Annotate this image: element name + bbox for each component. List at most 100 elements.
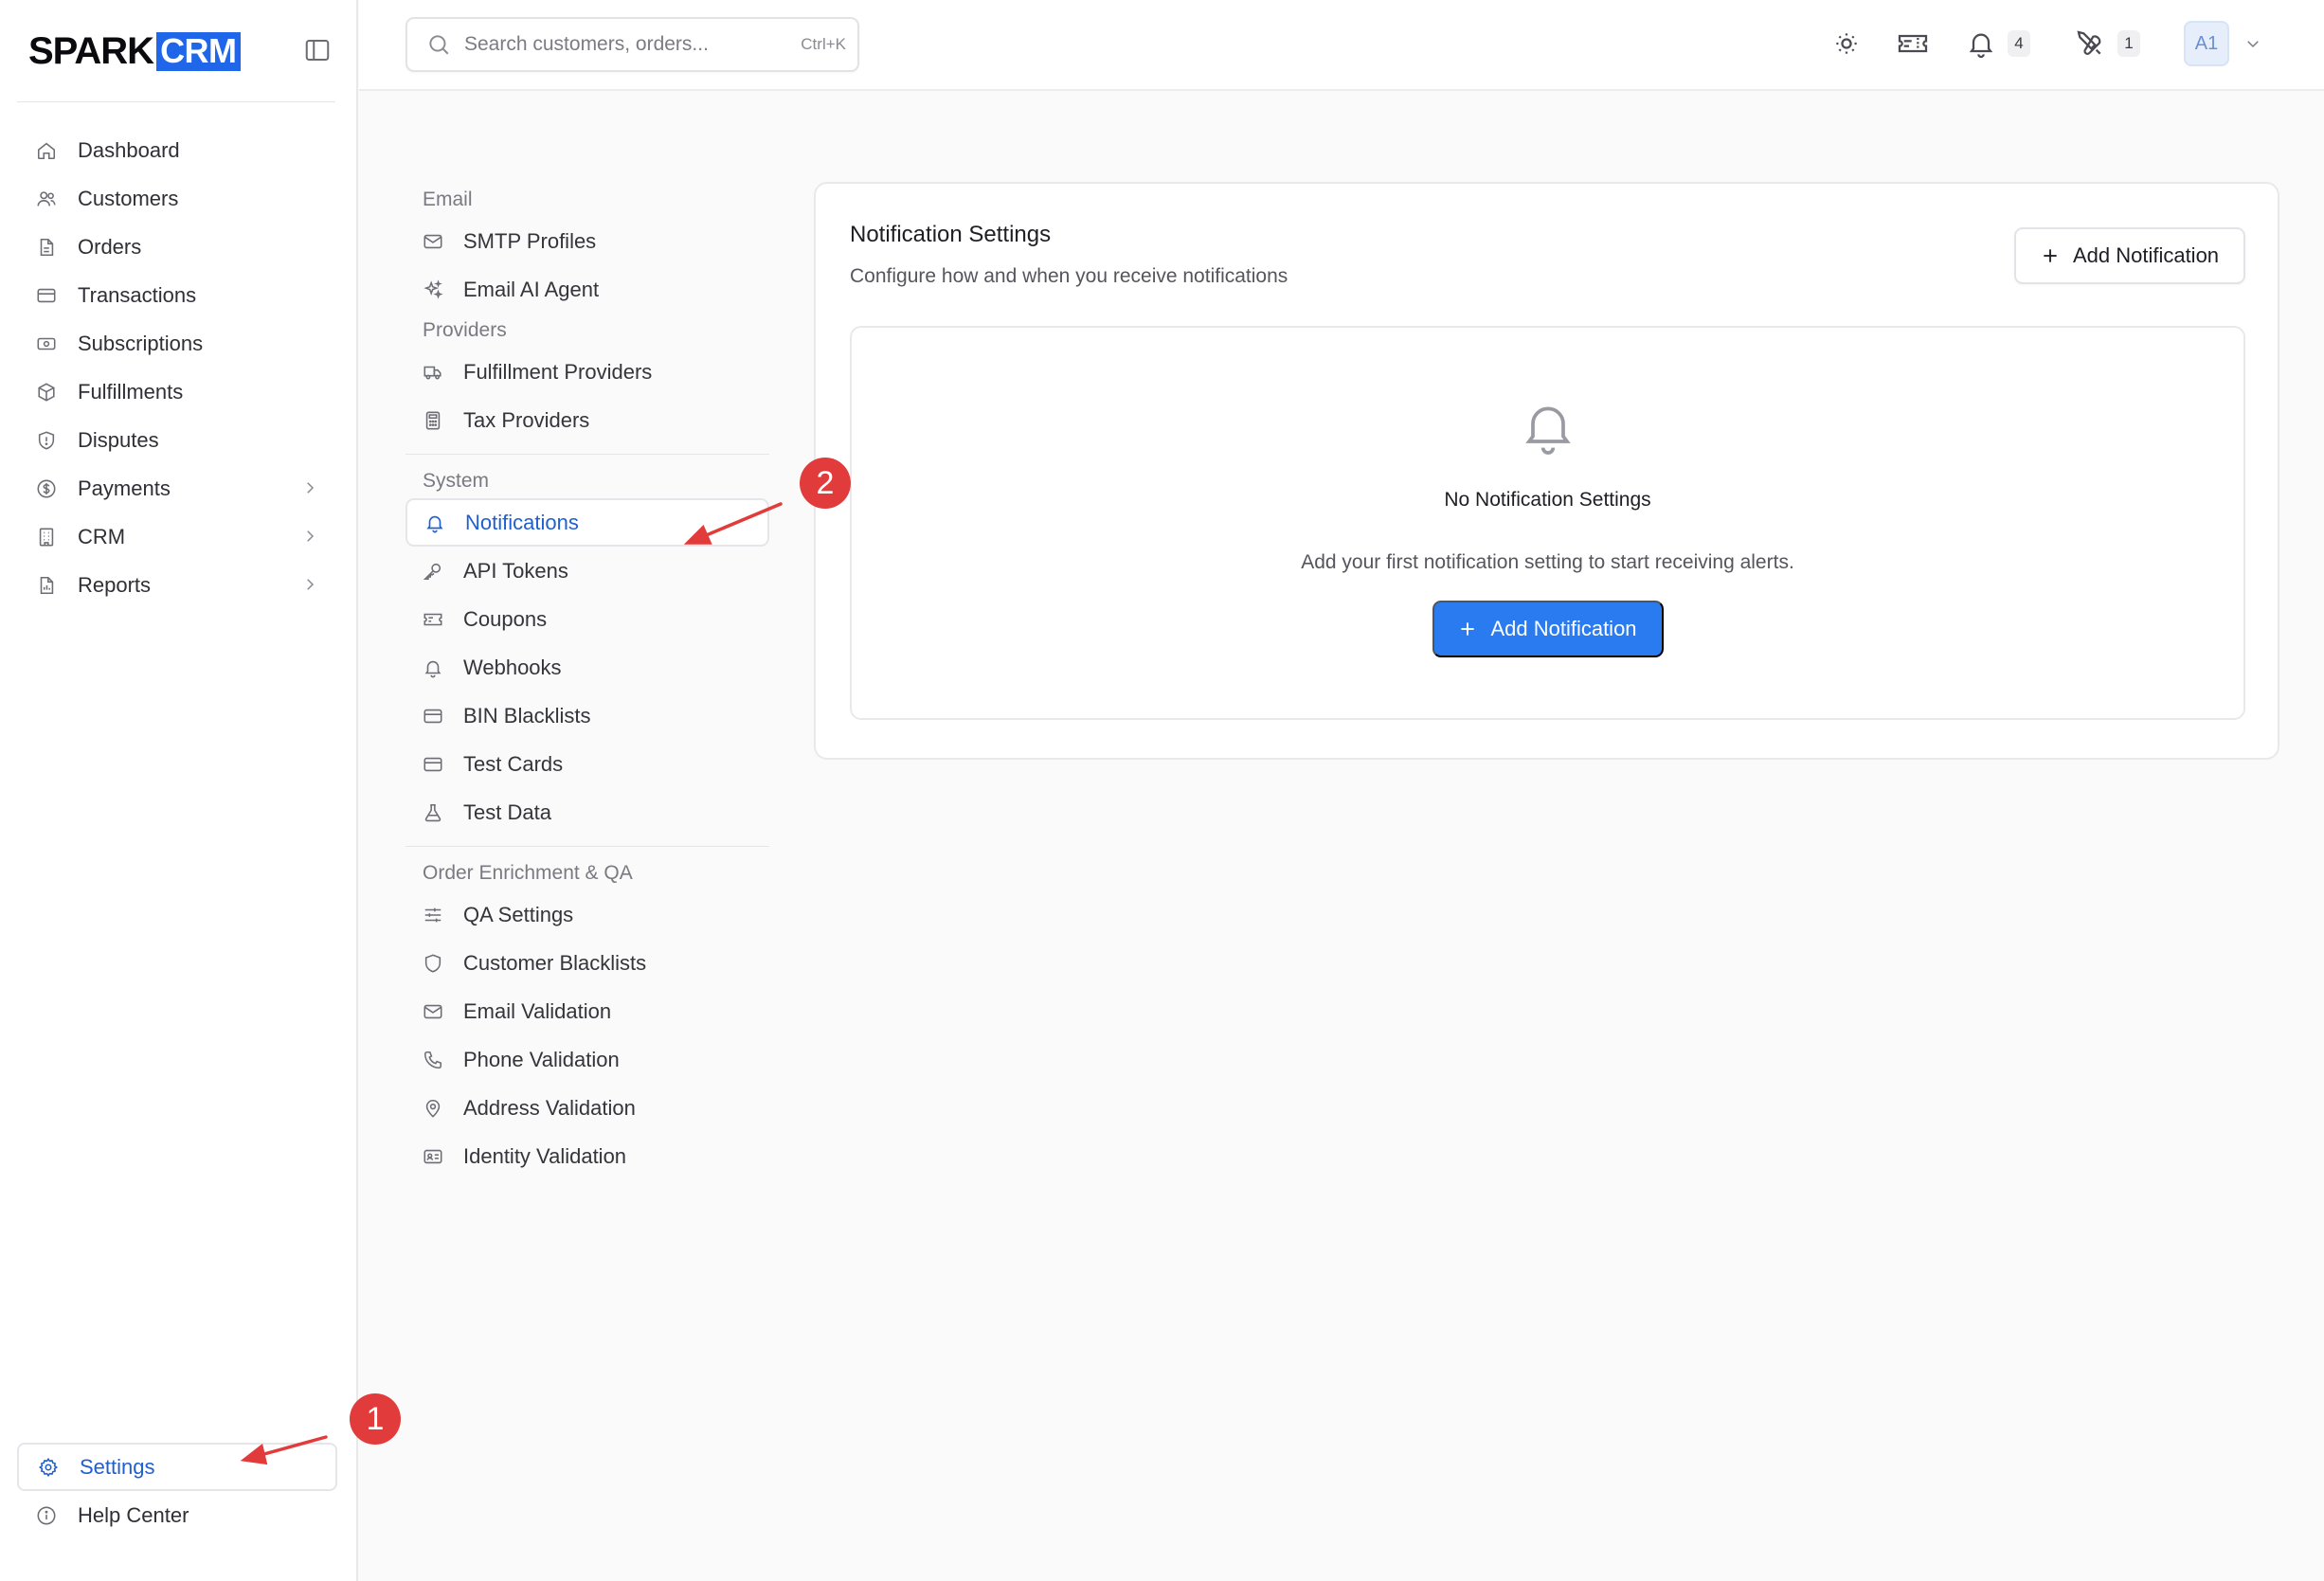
chevron-right-icon xyxy=(301,479,318,496)
settings-item-bin-blacklists[interactable]: BIN Blacklists xyxy=(405,692,769,740)
settings-item-label: Coupons xyxy=(463,606,548,631)
settings-item-label: Customer Blacklists xyxy=(463,950,647,975)
chevron-right-icon xyxy=(301,576,318,593)
settings-item-api-tokens[interactable]: API Tokens xyxy=(405,547,769,595)
search-shortcut-hint: Ctrl+K xyxy=(801,35,846,53)
settings-item-label: Notifications xyxy=(465,510,579,534)
sidebar-item-label: Transactions xyxy=(78,282,197,307)
settings-item-label: API Tokens xyxy=(463,558,568,583)
bell-small-icon xyxy=(423,657,443,678)
settings-item-qa-settings[interactable]: QA Settings xyxy=(405,890,769,939)
sidebar-item-orders[interactable]: Orders xyxy=(17,223,337,271)
report-icon xyxy=(36,575,57,596)
notification-settings-card: Notification Settings Configure how and … xyxy=(814,182,2279,760)
settings-item-label: Webhooks xyxy=(463,655,562,679)
notifications-bell-icon[interactable] xyxy=(1966,28,1996,59)
sidebar-item-dashboard[interactable]: Dashboard xyxy=(17,126,337,174)
search-input[interactable] xyxy=(464,33,767,56)
plus-icon xyxy=(2041,246,2060,265)
tools-count-badge: 1 xyxy=(2117,30,2140,57)
file-icon xyxy=(36,237,57,258)
brand-logo[interactable]: SPARK CRM xyxy=(28,28,241,74)
settings-item-label: Test Data xyxy=(463,799,551,824)
page-title: Notification Settings xyxy=(850,222,1052,247)
ticket-icon[interactable] xyxy=(1896,28,1930,59)
id-card-icon xyxy=(423,1146,443,1167)
settings-item-label: Test Cards xyxy=(463,751,564,776)
settings-item-phone-validation[interactable]: Phone Validation xyxy=(405,1035,769,1084)
shield-icon xyxy=(423,953,443,974)
chevron-down-icon[interactable] xyxy=(2244,35,2261,52)
sidebar-item-label: Disputes xyxy=(78,427,159,452)
settings-item-label: Identity Validation xyxy=(463,1143,627,1168)
ticket-icon xyxy=(423,609,443,630)
settings-group-heading-order-enrichment: Order Enrichment & QA xyxy=(423,862,633,884)
settings-item-label: Address Validation xyxy=(463,1095,636,1120)
settings-item-identity-validation[interactable]: Identity Validation xyxy=(405,1132,769,1180)
sidebar-item-fulfillments[interactable]: Fulfillments xyxy=(17,368,337,416)
truck-icon xyxy=(423,362,443,383)
sidebar-item-label: Fulfillments xyxy=(78,379,184,404)
calculator-icon xyxy=(423,410,443,431)
empty-state-title: No Notification Settings xyxy=(1444,489,1651,511)
settings-item-test-cards[interactable]: Test Cards xyxy=(405,740,769,788)
sidebar-item-label: Reports xyxy=(78,572,152,597)
sidebar-item-crm[interactable]: CRM xyxy=(17,512,337,561)
sidebar-item-payments[interactable]: Payments xyxy=(17,464,337,512)
sidebar-item-disputes[interactable]: Disputes xyxy=(17,416,337,464)
sidebar-toggle-icon[interactable] xyxy=(303,36,332,64)
settings-item-notifications[interactable]: Notifications xyxy=(405,498,769,547)
sidebar-item-settings[interactable]: Settings xyxy=(17,1443,337,1491)
bottom-nav: Settings Help Center xyxy=(17,1443,337,1539)
dollar-circle-icon xyxy=(36,478,57,499)
empty-add-notification-label: Add Notification xyxy=(1490,617,1637,640)
settings-group-heading-providers: Providers xyxy=(423,319,507,341)
settings-item-coupons[interactable]: Coupons xyxy=(405,595,769,643)
user-avatar[interactable]: A1 xyxy=(2184,21,2229,66)
settings-item-email-validation[interactable]: Email Validation xyxy=(405,987,769,1035)
sidebar-item-customers[interactable]: Customers xyxy=(17,174,337,223)
building-icon xyxy=(36,527,57,548)
settings-item-fulfillment-providers[interactable]: Fulfillment Providers xyxy=(405,348,769,396)
tools-icon[interactable] xyxy=(2075,28,2105,59)
sidebar-item-label: Customers xyxy=(78,186,179,210)
settings-item-tax-providers[interactable]: Tax Providers xyxy=(405,396,769,444)
banknote-icon xyxy=(36,333,57,354)
sidebar-item-label: Payments xyxy=(78,476,171,500)
settings-item-email-ai-agent[interactable]: Email AI Agent xyxy=(405,265,769,314)
sidebar-item-transactions[interactable]: Transactions xyxy=(17,271,337,319)
brand-name-part-a: SPARK xyxy=(28,30,154,72)
theme-toggle-sun-icon[interactable] xyxy=(1831,28,1862,59)
map-pin-icon xyxy=(423,1098,443,1119)
credit-card-icon xyxy=(36,285,57,306)
settings-item-test-data[interactable]: Test Data xyxy=(405,788,769,836)
sidebar-item-label: Dashboard xyxy=(78,137,180,162)
search-icon xyxy=(426,32,451,57)
settings-item-webhooks[interactable]: Webhooks xyxy=(405,643,769,692)
add-notification-button[interactable]: Add Notification xyxy=(2014,227,2245,284)
shield-icon xyxy=(36,430,57,451)
bell-icon xyxy=(424,512,445,533)
annotation-marker-1: 1 xyxy=(350,1393,401,1445)
settings-item-customer-blacklists[interactable]: Customer Blacklists xyxy=(405,939,769,987)
package-icon xyxy=(36,382,57,403)
settings-item-label: Phone Validation xyxy=(463,1047,620,1071)
sidebar-item-label: CRM xyxy=(78,524,126,548)
credit-card-icon xyxy=(423,706,443,727)
notifications-count-badge: 4 xyxy=(2008,30,2030,57)
phone-icon xyxy=(423,1050,443,1070)
sidebar-item-subscriptions[interactable]: Subscriptions xyxy=(17,319,337,368)
settings-item-smtp-profiles[interactable]: SMTP Profiles xyxy=(405,217,769,265)
settings-item-label: BIN Blacklists xyxy=(463,703,591,728)
empty-add-notification-button[interactable]: Add Notification xyxy=(1432,601,1664,657)
sidebar-item-help-center[interactable]: Help Center xyxy=(17,1491,337,1539)
search-box[interactable]: Ctrl+K xyxy=(405,17,859,72)
settings-item-label: SMTP Profiles xyxy=(463,228,597,253)
settings-nav: Email SMTP Profiles Email AI Agent Provi… xyxy=(405,183,769,1180)
settings-item-address-validation[interactable]: Address Validation xyxy=(405,1084,769,1132)
empty-state-description: Add your first notification setting to s… xyxy=(1301,551,1794,573)
page-subtitle: Configure how and when you receive notif… xyxy=(850,265,1288,287)
sidebar-item-reports[interactable]: Reports xyxy=(17,561,337,609)
sidebar-item-label: Settings xyxy=(80,1454,155,1479)
info-icon xyxy=(36,1505,57,1526)
